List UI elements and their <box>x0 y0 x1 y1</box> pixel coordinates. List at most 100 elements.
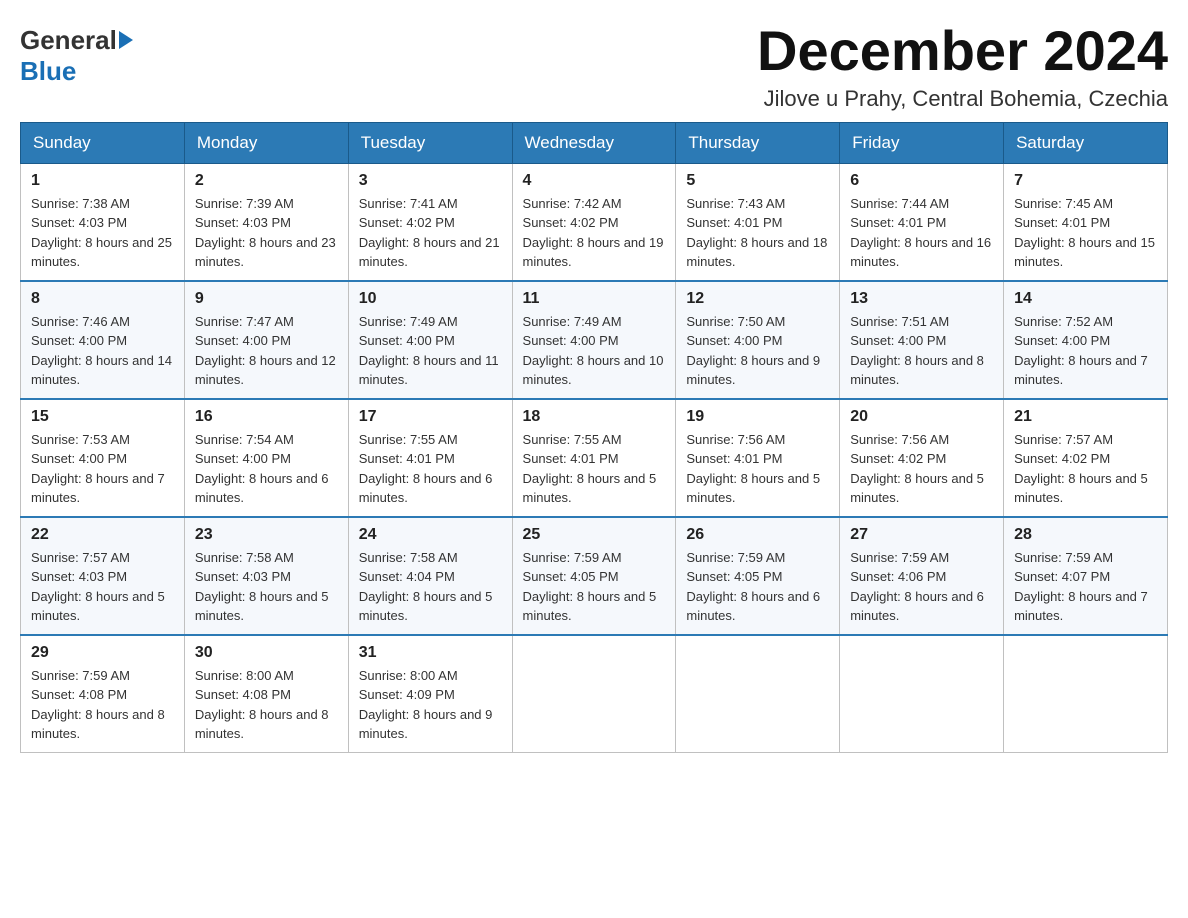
day-number: 24 <box>359 526 502 544</box>
month-title: December 2024 <box>757 20 1168 82</box>
calendar-day-cell: 7 Sunrise: 7:45 AMSunset: 4:01 PMDaylight… <box>1004 163 1168 281</box>
calendar-day-cell: 16 Sunrise: 7:54 AMSunset: 4:00 PMDayligh… <box>184 399 348 517</box>
calendar-week-row: 15 Sunrise: 7:53 AMSunset: 4:00 PMDayligh… <box>21 399 1168 517</box>
calendar-day-cell: 28 Sunrise: 7:59 AMSunset: 4:07 PMDayligh… <box>1004 517 1168 635</box>
day-info: Sunrise: 7:41 AMSunset: 4:02 PMDaylight:… <box>359 194 502 272</box>
day-number: 17 <box>359 408 502 426</box>
weekday-header-monday: Monday <box>184 122 348 163</box>
calendar-day-cell: 17 Sunrise: 7:55 AMSunset: 4:01 PMDayligh… <box>348 399 512 517</box>
day-info: Sunrise: 7:38 AMSunset: 4:03 PMDaylight:… <box>31 194 174 272</box>
day-info: Sunrise: 7:47 AMSunset: 4:00 PMDaylight:… <box>195 312 338 390</box>
calendar-day-cell: 13 Sunrise: 7:51 AMSunset: 4:00 PMDayligh… <box>840 281 1004 399</box>
day-number: 9 <box>195 290 338 308</box>
calendar-day-cell: 19 Sunrise: 7:56 AMSunset: 4:01 PMDayligh… <box>676 399 840 517</box>
day-info: Sunrise: 7:45 AMSunset: 4:01 PMDaylight:… <box>1014 194 1157 272</box>
calendar-day-cell: 6 Sunrise: 7:44 AMSunset: 4:01 PMDaylight… <box>840 163 1004 281</box>
day-number: 4 <box>523 172 666 190</box>
calendar-day-cell: 14Sunrise: 7:52 AMSunset: 4:00 PMDayligh… <box>1004 281 1168 399</box>
calendar-day-cell: 22Sunrise: 7:57 AMSunset: 4:03 PMDayligh… <box>21 517 185 635</box>
day-number: 7 <box>1014 172 1157 190</box>
calendar-day-cell: 5Sunrise: 7:43 AMSunset: 4:01 PMDaylight… <box>676 163 840 281</box>
day-info: Sunrise: 7:58 AMSunset: 4:04 PMDaylight:… <box>359 548 502 626</box>
day-number: 11 <box>523 290 666 308</box>
day-number: 19 <box>686 408 829 426</box>
day-number: 18 <box>523 408 666 426</box>
calendar-day-cell <box>1004 635 1168 753</box>
weekday-header-tuesday: Tuesday <box>348 122 512 163</box>
day-info: Sunrise: 7:46 AMSunset: 4:00 PMDaylight:… <box>31 312 174 390</box>
calendar-day-cell: 9 Sunrise: 7:47 AMSunset: 4:00 PMDaylight… <box>184 281 348 399</box>
day-number: 28 <box>1014 526 1157 544</box>
day-info: Sunrise: 7:58 AMSunset: 4:03 PMDaylight:… <box>195 548 338 626</box>
day-number: 15 <box>31 408 174 426</box>
day-number: 13 <box>850 290 993 308</box>
day-info: Sunrise: 8:00 AMSunset: 4:09 PMDaylight:… <box>359 666 502 744</box>
day-number: 30 <box>195 644 338 662</box>
logo: General Blue <box>20 20 133 87</box>
day-number: 26 <box>686 526 829 544</box>
logo-blue-text: Blue <box>20 56 76 86</box>
calendar-day-cell: 21Sunrise: 7:57 AMSunset: 4:02 PMDayligh… <box>1004 399 1168 517</box>
day-info: Sunrise: 7:54 AMSunset: 4:00 PMDaylight:… <box>195 430 338 508</box>
day-info: Sunrise: 7:50 AMSunset: 4:00 PMDaylight:… <box>686 312 829 390</box>
day-info: Sunrise: 7:49 AMSunset: 4:00 PMDaylight:… <box>523 312 666 390</box>
calendar-day-cell: 25Sunrise: 7:59 AMSunset: 4:05 PMDayligh… <box>512 517 676 635</box>
weekday-header-thursday: Thursday <box>676 122 840 163</box>
calendar-day-cell: 2Sunrise: 7:39 AMSunset: 4:03 PMDaylight… <box>184 163 348 281</box>
calendar-day-cell <box>512 635 676 753</box>
calendar-day-cell: 20Sunrise: 7:56 AMSunset: 4:02 PMDayligh… <box>840 399 1004 517</box>
calendar-week-row: 29 Sunrise: 7:59 AMSunset: 4:08 PMDayligh… <box>21 635 1168 753</box>
day-number: 21 <box>1014 408 1157 426</box>
day-info: Sunrise: 7:39 AMSunset: 4:03 PMDaylight:… <box>195 194 338 272</box>
calendar-day-cell: 26 Sunrise: 7:59 AMSunset: 4:05 PMDayligh… <box>676 517 840 635</box>
calendar-day-cell: 31 Sunrise: 8:00 AMSunset: 4:09 PMDayligh… <box>348 635 512 753</box>
calendar-day-cell: 24 Sunrise: 7:58 AMSunset: 4:04 PMDayligh… <box>348 517 512 635</box>
title-area: December 2024 Jilove u Prahy, Central Bo… <box>757 20 1168 112</box>
calendar-day-cell: 3 Sunrise: 7:41 AMSunset: 4:02 PMDaylight… <box>348 163 512 281</box>
page-header: General Blue December 2024 Jilove u Prah… <box>20 20 1168 112</box>
logo-text: General Blue <box>20 25 133 87</box>
day-info: Sunrise: 7:44 AMSunset: 4:01 PMDaylight:… <box>850 194 993 272</box>
day-info: Sunrise: 7:55 AMSunset: 4:01 PMDaylight:… <box>523 430 666 508</box>
weekday-header-saturday: Saturday <box>1004 122 1168 163</box>
calendar-day-cell: 4 Sunrise: 7:42 AMSunset: 4:02 PMDaylight… <box>512 163 676 281</box>
location-title: Jilove u Prahy, Central Bohemia, Czechia <box>757 86 1168 112</box>
day-number: 5 <box>686 172 829 190</box>
day-info: Sunrise: 7:49 AMSunset: 4:00 PMDaylight:… <box>359 312 502 390</box>
day-number: 12 <box>686 290 829 308</box>
calendar-table: SundayMondayTuesdayWednesdayThursdayFrid… <box>20 122 1168 753</box>
day-info: Sunrise: 7:59 AMSunset: 4:06 PMDaylight:… <box>850 548 993 626</box>
day-number: 16 <box>195 408 338 426</box>
day-info: Sunrise: 7:57 AMSunset: 4:03 PMDaylight:… <box>31 548 174 626</box>
day-number: 31 <box>359 644 502 662</box>
day-number: 29 <box>31 644 174 662</box>
day-info: Sunrise: 7:42 AMSunset: 4:02 PMDaylight:… <box>523 194 666 272</box>
day-info: Sunrise: 7:59 AMSunset: 4:08 PMDaylight:… <box>31 666 174 744</box>
day-info: Sunrise: 7:56 AMSunset: 4:01 PMDaylight:… <box>686 430 829 508</box>
day-info: Sunrise: 8:00 AMSunset: 4:08 PMDaylight:… <box>195 666 338 744</box>
calendar-day-cell: 12 Sunrise: 7:50 AMSunset: 4:00 PMDayligh… <box>676 281 840 399</box>
day-number: 23 <box>195 526 338 544</box>
calendar-week-row: 22Sunrise: 7:57 AMSunset: 4:03 PMDayligh… <box>21 517 1168 635</box>
day-number: 6 <box>850 172 993 190</box>
weekday-header-sunday: Sunday <box>21 122 185 163</box>
calendar-day-cell: 18 Sunrise: 7:55 AMSunset: 4:01 PMDayligh… <box>512 399 676 517</box>
day-info: Sunrise: 7:53 AMSunset: 4:00 PMDaylight:… <box>31 430 174 508</box>
day-info: Sunrise: 7:59 AMSunset: 4:07 PMDaylight:… <box>1014 548 1157 626</box>
day-info: Sunrise: 7:51 AMSunset: 4:00 PMDaylight:… <box>850 312 993 390</box>
calendar-day-cell <box>676 635 840 753</box>
day-info: Sunrise: 7:56 AMSunset: 4:02 PMDaylight:… <box>850 430 993 508</box>
day-number: 1 <box>31 172 174 190</box>
day-info: Sunrise: 7:52 AMSunset: 4:00 PMDaylight:… <box>1014 312 1157 390</box>
calendar-day-cell: 10Sunrise: 7:49 AMSunset: 4:00 PMDayligh… <box>348 281 512 399</box>
calendar-day-cell: 23 Sunrise: 7:58 AMSunset: 4:03 PMDayligh… <box>184 517 348 635</box>
weekday-header-wednesday: Wednesday <box>512 122 676 163</box>
calendar-day-cell <box>840 635 1004 753</box>
calendar-week-row: 1 Sunrise: 7:38 AMSunset: 4:03 PMDaylight… <box>21 163 1168 281</box>
calendar-day-cell: 30 Sunrise: 8:00 AMSunset: 4:08 PMDayligh… <box>184 635 348 753</box>
calendar-day-cell: 8Sunrise: 7:46 AMSunset: 4:00 PMDaylight… <box>21 281 185 399</box>
day-number: 25 <box>523 526 666 544</box>
day-info: Sunrise: 7:55 AMSunset: 4:01 PMDaylight:… <box>359 430 502 508</box>
day-info: Sunrise: 7:59 AMSunset: 4:05 PMDaylight:… <box>686 548 829 626</box>
day-number: 3 <box>359 172 502 190</box>
